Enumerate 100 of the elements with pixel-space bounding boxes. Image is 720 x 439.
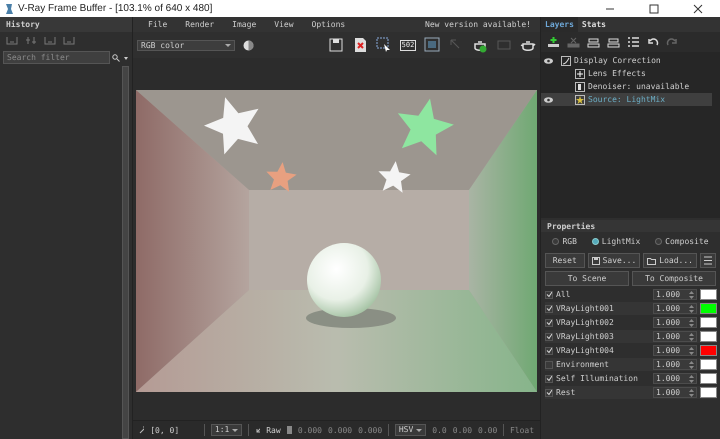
checkbox[interactable] [545, 388, 553, 396]
sliders-icon[interactable] [25, 36, 37, 45]
spin-arrows-icon[interactable] [689, 290, 694, 298]
intensity-field[interactable]: 1.000 [653, 345, 697, 356]
menu-item[interactable]: View [265, 20, 303, 29]
window-title: V-Ray Frame Buffer - [103.1% of 640 x 480] [18, 3, 212, 14]
color-sphere-icon[interactable] [243, 40, 254, 50]
intensity-field[interactable]: 1.000 [653, 373, 697, 384]
tray-icon[interactable] [63, 36, 75, 47]
denoiser-icon [575, 82, 585, 92]
clear-button[interactable] [352, 37, 368, 53]
spin-arrows-icon[interactable] [689, 360, 694, 368]
search-icon[interactable] [112, 54, 120, 62]
color-value: 0.00 [478, 426, 498, 434]
search-field[interactable]: Search filter [3, 51, 110, 64]
frame-button[interactable] [424, 37, 440, 53]
checkbox[interactable] [545, 346, 553, 354]
menu-item[interactable]: Options [302, 20, 354, 29]
intensity-field[interactable]: 1.000 [653, 303, 697, 314]
spin-arrows-icon[interactable] [689, 374, 694, 382]
checkbox[interactable] [545, 332, 553, 340]
color-swatch[interactable] [700, 359, 717, 370]
light-name: VRayLight001 [556, 304, 615, 313]
radio-option[interactable]: Composite [655, 236, 709, 246]
menu-item[interactable]: Render [176, 20, 224, 29]
color-swatch[interactable] [700, 289, 717, 300]
intensity-field[interactable]: 1.000 [653, 387, 697, 398]
eye-icon[interactable] [544, 58, 552, 64]
color-swatch[interactable] [700, 303, 717, 314]
layer-item[interactable]: Lens Effects [541, 67, 712, 80]
intensity-field[interactable]: 1.000 [653, 289, 697, 300]
color-swatch [286, 426, 292, 434]
color-swatch[interactable] [700, 331, 717, 342]
color-space-dropdown[interactable]: HSV [394, 424, 426, 436]
radio-option[interactable]: LightMix [592, 236, 640, 246]
close-icon[interactable] [693, 4, 703, 14]
radio-option[interactable]: RGB [552, 236, 577, 246]
checkbox[interactable] [545, 304, 553, 312]
zoom-dropdown[interactable]: 1:1 [210, 424, 242, 436]
intensity-field[interactable]: 1.000 [653, 331, 697, 342]
undo-icon[interactable] [647, 36, 659, 48]
scrollbar[interactable] [122, 66, 129, 439]
layers-icon[interactable] [587, 36, 600, 48]
arrow-icon[interactable] [254, 426, 260, 434]
spin-arrows-icon[interactable] [689, 346, 694, 354]
load-button[interactable]: Load... [643, 253, 697, 268]
spin-arrows-icon[interactable] [689, 388, 694, 396]
color-mode-dropdown[interactable]: Raw [266, 426, 281, 434]
color-swatch[interactable] [700, 387, 717, 398]
light-name: Environment [556, 360, 610, 369]
spin-arrows-icon[interactable] [689, 304, 694, 312]
save-button[interactable] [328, 37, 344, 53]
color-swatch[interactable] [700, 345, 717, 356]
light-name: All [556, 290, 572, 299]
save-icon [592, 256, 600, 264]
color-value: 0.000 [298, 426, 322, 434]
region-select-button[interactable] [376, 37, 392, 53]
update-notice[interactable]: New version available! [416, 20, 540, 29]
layer-item[interactable]: Source: LightMix [541, 93, 712, 106]
tab[interactable]: Stats [578, 17, 610, 32]
channel-dropdown[interactable]: RGB color [137, 40, 235, 50]
checkbox[interactable] [545, 318, 553, 326]
checkbox[interactable] [545, 360, 553, 368]
app-icon [4, 2, 14, 14]
menu-item[interactable]: File [139, 20, 176, 29]
save-icon [328, 37, 344, 53]
list-menu-button[interactable] [700, 253, 716, 268]
menu-icon [703, 256, 713, 265]
spin-arrows-icon[interactable] [689, 318, 694, 326]
menu-item[interactable]: Image [223, 20, 266, 29]
action-button[interactable]: To Composite [632, 271, 716, 286]
format-label: Float [510, 426, 534, 434]
checkbox[interactable] [545, 290, 553, 298]
caret-icon [416, 427, 422, 433]
layer-item[interactable]: Display Correction [541, 54, 712, 67]
maximize-icon[interactable] [649, 4, 659, 14]
list-icon[interactable] [627, 36, 640, 48]
redo-icon[interactable] [666, 36, 678, 48]
eye-icon[interactable] [544, 96, 552, 102]
color-swatch[interactable] [700, 317, 717, 328]
add-layer-icon[interactable] [547, 36, 560, 48]
light-name: Self Illumination [556, 374, 639, 383]
intensity-field[interactable]: 1.000 [653, 317, 697, 328]
layers-icon[interactable] [607, 36, 620, 48]
tab[interactable]: Layers [541, 17, 578, 32]
action-button[interactable]: To Scene [545, 271, 629, 286]
delete-layer-icon[interactable] [567, 36, 580, 48]
tray-icon[interactable] [6, 36, 18, 47]
reset-button[interactable]: Reset [545, 253, 585, 268]
checkbox[interactable] [545, 374, 553, 382]
caret-icon [232, 427, 238, 433]
spin-arrows-icon[interactable] [689, 332, 694, 340]
clear-icon [352, 37, 368, 53]
panel-title: History [0, 17, 132, 32]
layer-item[interactable]: Denoiser: unavailable [541, 80, 712, 93]
tray-icon[interactable] [44, 36, 56, 47]
intensity-field[interactable]: 1.000 [653, 359, 697, 370]
color-swatch[interactable] [700, 373, 717, 384]
pick-icon[interactable] [139, 426, 144, 434]
save-button[interactable]: Save... [588, 253, 640, 268]
